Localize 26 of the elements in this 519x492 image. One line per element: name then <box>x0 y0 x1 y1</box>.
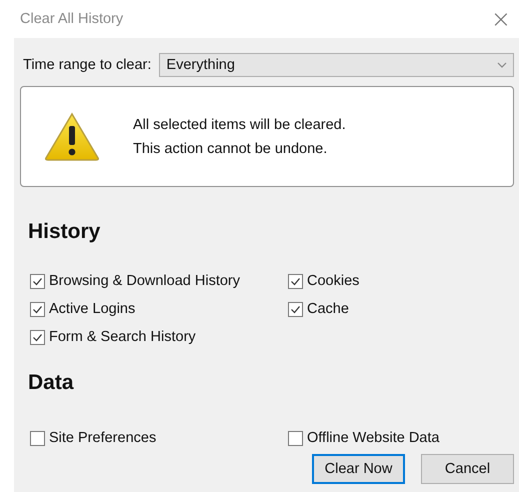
chevron-down-icon <box>497 62 507 68</box>
checkbox-label[interactable]: Offline Website Data <box>307 430 440 446</box>
checkbox-label[interactable]: Cookies <box>307 273 360 289</box>
checkbox[interactable] <box>30 330 45 344</box>
warning-text: This action cannot be undone. <box>133 140 328 156</box>
checkbox[interactable] <box>30 302 45 316</box>
close-button[interactable]: × <box>482 7 519 31</box>
section-heading: History <box>27 220 102 244</box>
checkbox-label[interactable]: Cache <box>307 301 349 317</box>
checkbox[interactable] <box>30 274 45 288</box>
checkbox-label[interactable]: Active Logins <box>49 301 136 317</box>
dialog-button[interactable]: Cancel <box>421 454 514 484</box>
checkbox[interactable] <box>288 430 303 446</box>
checkbox-label[interactable]: Site Preferences <box>49 430 156 446</box>
window-title: Clear All History <box>20 11 124 27</box>
warning-text: All selected items will be cleared. <box>133 116 346 132</box>
checkbox[interactable] <box>288 274 303 288</box>
section-heading: Data <box>27 371 75 395</box>
time-range-dropdown[interactable]: Everything <box>159 53 514 77</box>
dialog-button[interactable]: Clear Now <box>312 454 405 484</box>
time-range-label: Time range to clear: <box>23 57 152 73</box>
checkbox-label[interactable]: Browsing & Download History <box>49 273 240 289</box>
warning-icon <box>44 112 100 162</box>
checkbox-label[interactable]: Form & Search History <box>49 329 196 345</box>
checkbox[interactable] <box>288 302 303 316</box>
checkbox[interactable] <box>30 430 45 446</box>
